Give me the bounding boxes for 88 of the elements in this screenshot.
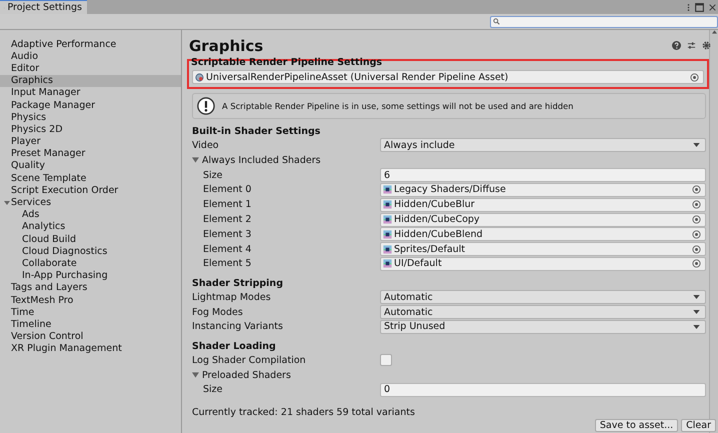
number-field[interactable]: 0: [380, 382, 706, 397]
sidebar-item[interactable]: Collaborate: [0, 257, 181, 270]
sidebar-item[interactable]: Timeline: [0, 318, 181, 330]
section-heading: Built-in Shader Settings: [191, 124, 322, 138]
shader-icon: [383, 215, 392, 224]
sidebar-item[interactable]: Quality: [0, 160, 181, 172]
sidebar-item[interactable]: Player: [0, 136, 181, 148]
field-label: Fog Modes: [192, 306, 244, 318]
sidebar-item[interactable]: Physics 2D: [0, 123, 181, 136]
sidebar-item[interactable]: Adaptive Performance: [0, 38, 181, 50]
sidebar-item[interactable]: In-App Purchasing: [0, 270, 181, 282]
checkbox[interactable]: [380, 354, 392, 366]
section-heading: Shader Loading: [191, 340, 277, 353]
caret-icon: [693, 324, 700, 329]
status-text: Currently tracked: 21 shaders 59 total variants: [191, 406, 416, 419]
sidebar-item[interactable]: XR Plugin Management: [0, 342, 181, 355]
sidebar-item[interactable]: Services: [0, 196, 181, 209]
window-tab[interactable]: Project Settings: [0, 0, 87, 14]
expanded-triangle-icon[interactable]: [3, 200, 11, 206]
field-label: Element 5: [202, 258, 252, 270]
object-picker-icon[interactable]: [690, 72, 699, 82]
object-field[interactable]: UniversalRenderPipelineAsset (Universal Render Pipeline Asset): [192, 70, 704, 84]
help-icon[interactable]: [672, 41, 681, 50]
info-text: A Scriptable Render Pipeline is in use, some settings will not be used and are hidden: [222, 101, 574, 112]
field-label: Size: [202, 384, 224, 396]
sidebar-item[interactable]: Physics: [0, 111, 181, 124]
dropdown[interactable]: Strip Unused: [380, 320, 706, 334]
caret-icon: [693, 143, 700, 148]
sidebar-item[interactable]: Cloud Build: [0, 233, 181, 246]
sidebar-item[interactable]: Analytics: [0, 220, 181, 233]
field-label: Element 2: [202, 214, 252, 225]
sidebar-item[interactable]: Package Manager: [0, 98, 181, 112]
shader-icon: [383, 259, 392, 268]
field-label: Size: [202, 170, 224, 181]
expanded-triangle-icon[interactable]: [192, 157, 199, 164]
field-label: Element 3: [202, 228, 252, 240]
field-label: Instancing Variants: [192, 321, 284, 332]
sidebar-item[interactable]: Tags and Layers: [0, 282, 181, 294]
sidebar-item[interactable]: Preset Manager: [0, 148, 181, 160]
shader-icon: [383, 200, 392, 210]
sliders-icon[interactable]: [687, 41, 696, 50]
asset-icon: [195, 72, 204, 82]
sidebar-item[interactable]: Time: [0, 306, 181, 318]
expanded-triangle-icon[interactable]: [192, 372, 199, 378]
object-field[interactable]: Hidden/CubeBlur: [380, 198, 706, 212]
search-field[interactable]: [490, 16, 718, 28]
number-field[interactable]: 6: [380, 168, 706, 182]
maximize-icon[interactable]: [695, 2, 704, 12]
object-field[interactable]: Hidden/CubeCopy: [380, 212, 706, 226]
caret-icon: [693, 295, 700, 300]
object-field[interactable]: Legacy Shaders/Diffuse: [380, 182, 706, 197]
shader-icon: [383, 185, 392, 194]
field-label: Video: [192, 140, 220, 151]
action-button[interactable]: Save to asset...: [594, 419, 678, 432]
field-label: Element 4: [202, 244, 252, 255]
field-label: Element 0: [202, 184, 252, 196]
sidebar-item[interactable]: Version Control: [0, 330, 181, 343]
warning-icon: [197, 97, 215, 116]
dropdown[interactable]: Automatic: [380, 290, 706, 304]
foldout-label[interactable]: Always Included Shaders: [202, 154, 321, 166]
shader-icon: [383, 244, 392, 254]
sidebar-item[interactable]: Editor: [0, 62, 181, 75]
field-label: Lightmap Modes: [192, 292, 272, 303]
object-field[interactable]: Hidden/CubeBlend: [380, 227, 706, 242]
page-title: Graphics: [189, 36, 264, 55]
foldout-label[interactable]: Preloaded Shaders: [202, 370, 291, 381]
caret-icon: [693, 310, 700, 314]
sidebar-item[interactable]: Ads: [0, 208, 181, 221]
dropdown[interactable]: Automatic: [380, 305, 706, 320]
settings-icon[interactable]: [702, 41, 711, 50]
sidebar-item[interactable]: Audio: [0, 50, 181, 62]
close-icon[interactable]: [709, 2, 716, 12]
sidebar-item[interactable]: Cloud Diagnostics: [0, 245, 181, 258]
object-field[interactable]: Sprites/Default: [380, 242, 706, 256]
field-label: Element 1: [202, 199, 252, 210]
more-options-icon[interactable]: [687, 2, 690, 12]
field-label: Log Shader Compilation: [192, 354, 307, 366]
sidebar-item[interactable]: Scene Template: [0, 172, 181, 184]
shader-icon: [383, 230, 392, 239]
section-heading: Shader Stripping: [191, 276, 284, 290]
sidebar-item[interactable]: Graphics: [0, 74, 181, 87]
action-button[interactable]: Clear: [681, 419, 716, 432]
dropdown[interactable]: Always include: [380, 138, 706, 152]
sidebar-item[interactable]: TextMesh Pro: [0, 294, 181, 306]
object-field[interactable]: UI/Default: [380, 256, 706, 271]
sidebar-item[interactable]: Script Execution Order: [0, 184, 181, 196]
sidebar-item[interactable]: Input Manager: [0, 86, 181, 99]
search-icon: [493, 18, 500, 25]
